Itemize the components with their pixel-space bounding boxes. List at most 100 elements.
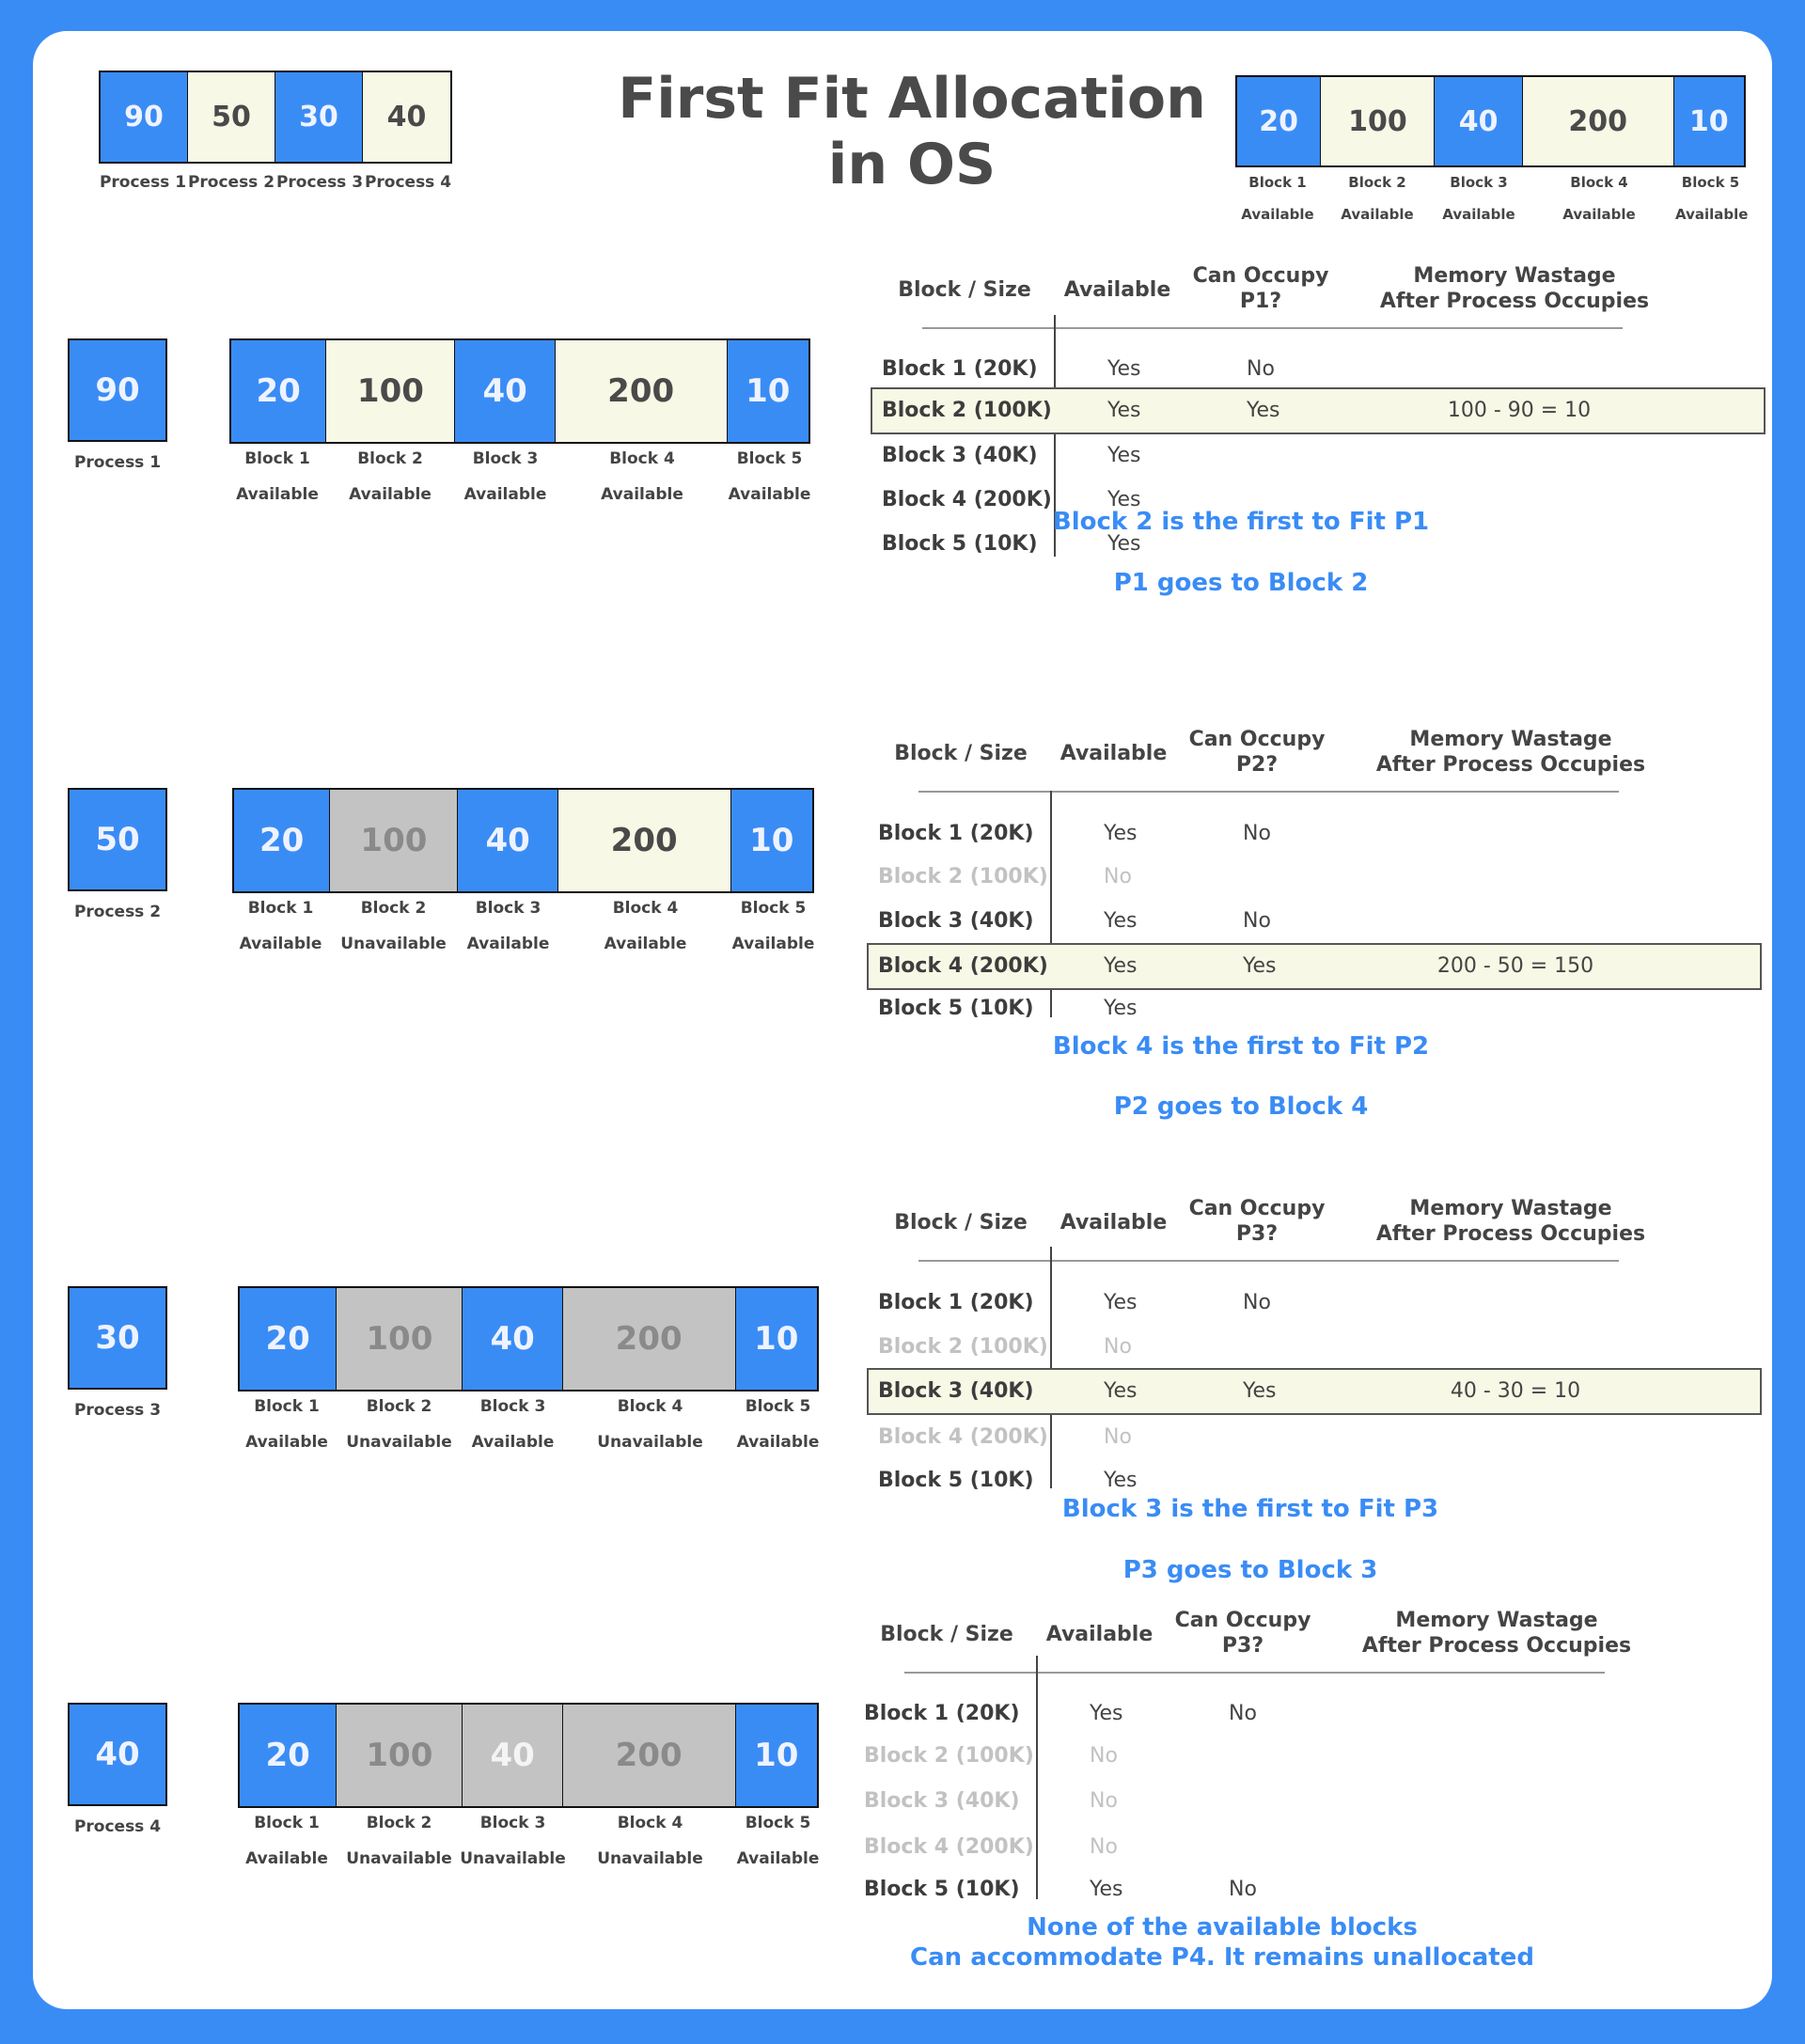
row-can-occupy: Yes <box>1243 954 1277 978</box>
note-first-fit: Block 4 is the first to Fit P2 <box>1052 1032 1430 1061</box>
header-available: Available <box>1045 1623 1154 1646</box>
header-mem-line-2: After Process Occupies <box>1361 1634 1632 1658</box>
note-first-fit: None of the available blocks <box>1027 1913 1418 1942</box>
header-memory-wastage: Memory Wastage After Process Occupies <box>1356 727 1666 778</box>
row-can-occupy: No <box>1229 1702 1257 1725</box>
row-block: Block 2 (100K) <box>864 1744 1034 1768</box>
row-block: Block 4 (200K) <box>878 1425 1048 1449</box>
row-block: Block 3 (40K) <box>882 444 1038 467</box>
block-status: Available <box>1675 206 1749 223</box>
table-row: Block 3 (40K) Yes Yes 40 - 30 = 10 <box>867 1370 1805 1415</box>
row-block: Block 1 (20K) <box>882 357 1038 381</box>
header-can-line-2: P3? <box>1235 1222 1279 1246</box>
row-available: No <box>1104 1425 1132 1449</box>
header-can-line-2: P2? <box>1235 753 1279 777</box>
header-can-occupy: Can Occupy P2? <box>1177 727 1337 778</box>
block-cell: 100 <box>1321 77 1436 165</box>
row-wastage: 100 - 90 = 10 <box>1447 399 1592 422</box>
note-allocation: Can accommodate P4. It remains unallocat… <box>910 1943 1534 1972</box>
header-block-size: Block / Size <box>880 1623 1013 1646</box>
row-available: No <box>1090 1744 1118 1768</box>
table-row: Block 4 (200K) No <box>853 1826 1793 1871</box>
row-available: Yes <box>1090 1878 1123 1901</box>
header-can-occupy: Can Occupy P1? <box>1181 263 1341 314</box>
note-first-fit: Block 3 is the first to Fit P3 <box>1061 1495 1439 1523</box>
header-mem-line-2: After Process Occupies <box>1375 753 1646 777</box>
block-label: Block 5 <box>736 449 803 468</box>
block-label: Block 2 <box>1348 174 1406 191</box>
block-label: Block 3 <box>1450 174 1508 191</box>
process-label: Process 3 <box>275 173 364 192</box>
table-row: Block 3 (40K) No <box>853 1780 1793 1825</box>
table-row: Block 2 (100K) No <box>867 1326 1805 1371</box>
row-can-occupy: No <box>1229 1878 1257 1901</box>
block-status: Available <box>1241 206 1314 223</box>
row-available: Yes <box>1104 1469 1138 1492</box>
table-row: Block 1 (20K) Yes No <box>867 1281 1805 1327</box>
table-row: Block 4 (200K) Yes Yes 200 - 50 = 150 <box>867 945 1805 990</box>
row-can-occupy: No <box>1247 357 1275 381</box>
block-label: Block 4 <box>1570 174 1628 191</box>
title-line-2: in OS <box>827 132 997 197</box>
block-cell: 40 <box>1435 77 1523 165</box>
block-cell: 200 <box>562 1288 736 1390</box>
header-memory-wastage: Memory Wastage After Process Occupies <box>1359 263 1670 314</box>
row-block: Block 1 (20K) <box>878 1291 1034 1314</box>
process-strip: 90 50 30 40 <box>99 71 452 164</box>
block-strip: 20 100 40 200 10 <box>238 1286 819 1391</box>
process-box: 30 <box>68 1286 167 1390</box>
block-cell: 10 <box>735 1705 817 1806</box>
row-block: Block 4 (200K) <box>864 1835 1034 1859</box>
header-available: Available <box>1059 742 1168 765</box>
header-mem-line-1: Memory Wastage <box>1409 728 1612 751</box>
row-available: Yes <box>1107 399 1141 422</box>
block-cell: 20 <box>240 1288 337 1390</box>
title-line-1: First Fit Allocation <box>618 66 1206 132</box>
row-available: Yes <box>1107 444 1141 467</box>
process-label: Process 1 <box>73 453 162 472</box>
note-allocation: P2 goes to Block 4 <box>1113 1093 1369 1121</box>
row-available: Yes <box>1104 1379 1138 1403</box>
header-can-line-1: Can Occupy <box>1188 728 1326 751</box>
header-block-size: Block / Size <box>894 742 1028 765</box>
header-mem-line-1: Memory Wastage <box>1413 264 1616 288</box>
block-cell: 100 <box>337 1705 463 1806</box>
header-mem-line-1: Memory Wastage <box>1395 1609 1598 1632</box>
header-can-line-2: P1? <box>1239 290 1282 313</box>
header-memory-wastage: Memory Wastage After Process Occupies <box>1342 1608 1652 1659</box>
block-cell: 40 <box>463 1705 563 1806</box>
block-label: Block 1 <box>1248 174 1307 191</box>
table-row: Block 1 (20K) Yes No <box>871 348 1805 393</box>
block-cell: 200 <box>562 1705 736 1806</box>
process-box: 90 <box>68 338 167 442</box>
process-box: 50 <box>68 788 167 891</box>
process-label: Process 3 <box>73 1401 162 1420</box>
table-row: Block 1 (20K) Yes No <box>853 1692 1793 1737</box>
process-label: Process 4 <box>364 173 452 192</box>
row-can-occupy: No <box>1243 822 1271 845</box>
process-label: Process 2 <box>73 903 162 921</box>
row-wastage: 200 - 50 = 150 <box>1436 954 1594 978</box>
process-label: Process 2 <box>187 173 275 192</box>
header-block-size: Block / Size <box>898 278 1031 302</box>
block-cell: 10 <box>730 790 812 891</box>
block-cell: 20 <box>234 790 331 891</box>
row-can-occupy: No <box>1243 1291 1271 1314</box>
header-mem-line-2: After Process Occupies <box>1375 1222 1646 1246</box>
block-strip: 20 100 40 200 10 <box>1235 75 1746 167</box>
block-cell: 200 <box>555 340 728 442</box>
block-label: Block 5 <box>1681 174 1740 191</box>
table-row: Block 5 (10K) Yes <box>867 987 1805 1032</box>
process-label: Process 4 <box>73 1817 162 1836</box>
block-cell: 100 <box>326 340 456 442</box>
header-can-line-2: P3? <box>1221 1634 1264 1658</box>
row-block: Block 5 (10K) <box>878 1469 1034 1492</box>
row-block: Block 1 (20K) <box>864 1702 1020 1725</box>
header-can-line-1: Can Occupy <box>1174 1609 1311 1632</box>
note-allocation: P3 goes to Block 3 <box>1122 1556 1378 1584</box>
header-available: Available <box>1063 278 1171 302</box>
block-label: Block 5 <box>745 1814 811 1832</box>
row-available: Yes <box>1107 357 1141 381</box>
table-row: Block 3 (40K) Yes No <box>867 900 1805 945</box>
header-can-occupy: Can Occupy P3? <box>1163 1608 1323 1659</box>
